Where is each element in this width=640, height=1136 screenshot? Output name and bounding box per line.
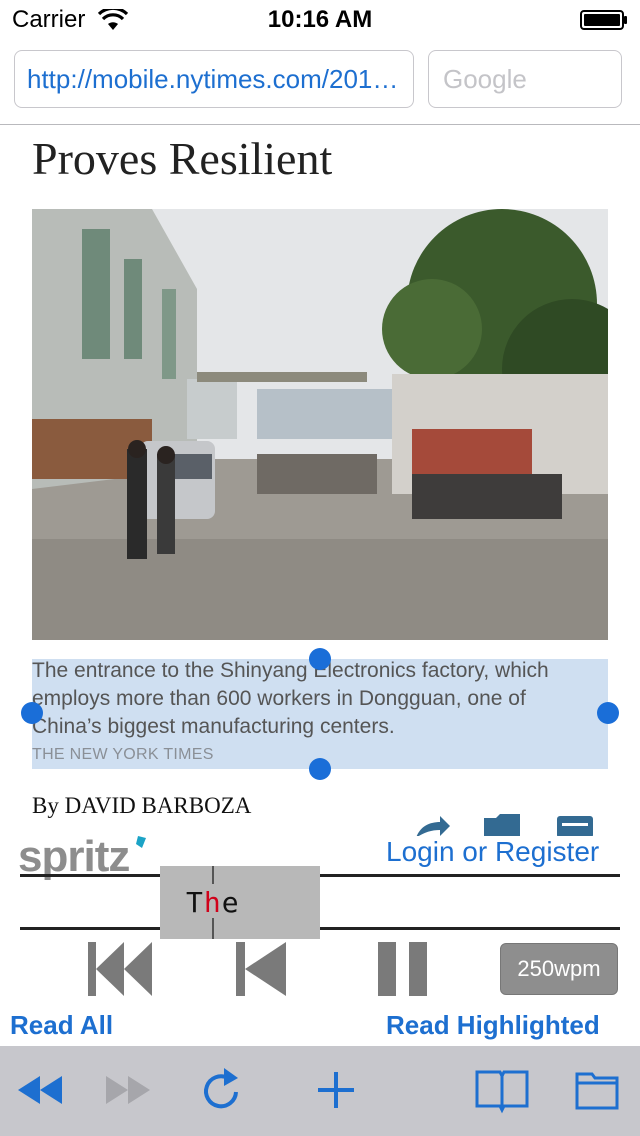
word-display [160, 866, 320, 939]
share-icon[interactable] [412, 814, 452, 838]
forward-icon[interactable] [102, 1066, 152, 1114]
back-sentence-icon[interactable] [236, 940, 288, 998]
word-prefix: T [186, 886, 204, 919]
selection-handle-left[interactable] [21, 702, 43, 724]
reticle-bottom-line [20, 927, 620, 930]
bookmarks-icon[interactable] [474, 1066, 530, 1114]
pause-icon[interactable] [378, 940, 428, 998]
photo-credit: THE NEW YORK TIMES [32, 746, 214, 763]
selection-handle-top[interactable] [309, 648, 331, 670]
read-highlighted-button[interactable]: Read Highlighted [386, 1010, 600, 1041]
clock: 10:16 AM [267, 6, 373, 33]
photo-caption[interactable]: The entrance to the Shinyang Electronics… [32, 657, 592, 741]
article-headline: Proves Resilient [32, 133, 333, 184]
focus-marker-bottom [212, 918, 214, 939]
word-pivot-letter: h [203, 886, 222, 919]
read-all-button[interactable]: Read All [10, 1010, 113, 1041]
url-field[interactable]: http://mobile.nytimes.com/2014/... [14, 50, 414, 108]
address-bar: http://mobile.nytimes.com/2014/... Googl… [0, 42, 640, 125]
login-or-register-link[interactable]: Login or Register [386, 836, 599, 868]
wpm-speed-button[interactable]: 250wpm [500, 943, 618, 995]
spritz-reader-panel: spritz Login or Register The 250wpm Read… [0, 832, 640, 1046]
back-icon[interactable] [16, 1066, 66, 1114]
browser-toolbar [0, 1046, 640, 1136]
save-folder-icon[interactable] [482, 812, 522, 838]
status-bar: Carrier 10:16 AM [0, 0, 640, 42]
factory-entrance-photo [32, 209, 608, 640]
selection-handle-bottom[interactable] [309, 758, 331, 780]
tabs-icon[interactable] [574, 1066, 620, 1114]
skip-to-start-icon[interactable] [88, 940, 154, 998]
add-icon[interactable] [316, 1066, 356, 1114]
word-suffix: e [221, 886, 240, 919]
reload-icon[interactable] [198, 1066, 246, 1114]
spritz-logo-mark-icon [136, 836, 146, 848]
search-field[interactable]: Google [428, 50, 622, 108]
focus-marker-top [212, 866, 214, 884]
reticle-top-line [20, 874, 620, 877]
article-byline: By DAVID BARBOZA [32, 793, 252, 818]
battery-icon [580, 10, 627, 30]
current-word: The [186, 886, 240, 919]
selection-handle-right[interactable] [597, 702, 619, 724]
print-icon[interactable] [557, 816, 593, 838]
